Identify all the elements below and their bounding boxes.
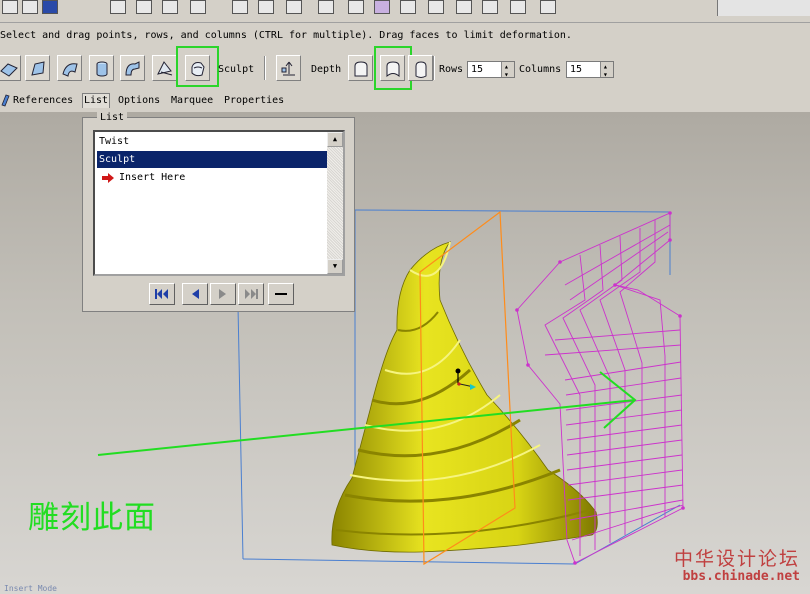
toolbar-icon[interactable] bbox=[400, 0, 416, 14]
extrude-icon[interactable] bbox=[25, 55, 50, 81]
cylinder-icon[interactable] bbox=[89, 55, 114, 81]
separator bbox=[264, 56, 266, 80]
columns-label: Columns bbox=[519, 64, 562, 75]
toolbar-icon[interactable] bbox=[348, 0, 364, 14]
columns-spinner[interactable]: 15 bbox=[566, 59, 614, 82]
toolbar-icon[interactable] bbox=[540, 0, 556, 14]
watermark-url: bbs.chinade.net bbox=[682, 569, 800, 584]
top-toolbar bbox=[0, 0, 810, 23]
toolbar-icon[interactable] bbox=[510, 0, 526, 14]
toolbar-icon[interactable] bbox=[258, 0, 274, 14]
first-button[interactable] bbox=[149, 283, 175, 305]
remove-button[interactable] bbox=[268, 283, 294, 305]
dashboard-tabs: References List Options Marquee Properti… bbox=[0, 91, 810, 111]
list-item-twist[interactable]: Twist bbox=[97, 133, 329, 150]
annotation-text: 雕刻此面 bbox=[28, 500, 156, 536]
list-item-label: Sculpt bbox=[99, 154, 136, 165]
toolbar-icon[interactable] bbox=[162, 0, 178, 14]
list-scrollbar[interactable]: ▲ ▼ bbox=[327, 132, 343, 274]
depth-label: Depth bbox=[311, 64, 342, 75]
last-icon bbox=[245, 289, 258, 299]
next-button[interactable] bbox=[210, 283, 236, 305]
depth-highlight bbox=[374, 46, 412, 90]
watermark-title: 中华设计论坛 bbox=[673, 548, 800, 570]
surface-icon[interactable] bbox=[0, 55, 21, 81]
tab-list[interactable]: List bbox=[82, 93, 111, 108]
message-line: Select and drag points, rows, and column… bbox=[0, 30, 572, 41]
rows-spinner[interactable]: 15 bbox=[467, 59, 515, 82]
blend-icon[interactable] bbox=[57, 55, 82, 81]
list-item-sculpt[interactable]: Sculpt bbox=[97, 151, 329, 168]
separator bbox=[433, 56, 435, 80]
list-panel-title: List bbox=[97, 112, 128, 124]
depth-one-side-icon[interactable] bbox=[348, 55, 373, 81]
sculpt-highlight bbox=[176, 46, 219, 87]
tab-options[interactable]: Options bbox=[118, 94, 160, 108]
toolbar-icon[interactable] bbox=[22, 0, 38, 14]
columns-spin-buttons[interactable] bbox=[600, 59, 613, 82]
tab-properties[interactable]: Properties bbox=[224, 94, 284, 108]
list-item-label: Insert Here bbox=[119, 172, 186, 183]
status-text: Insert Mode bbox=[4, 584, 57, 593]
rows-spin-buttons[interactable] bbox=[501, 59, 514, 82]
columns-value: 15 bbox=[570, 64, 583, 75]
toolbar-icon[interactable] bbox=[482, 0, 498, 14]
dashboard-toolbar: Sculpt Depth Rows 15 Columns 15 bbox=[0, 46, 810, 90]
toolbar-icon[interactable] bbox=[110, 0, 126, 14]
insert-arrow-icon bbox=[102, 173, 114, 183]
previous-icon bbox=[192, 289, 199, 299]
toolbar-icon[interactable] bbox=[2, 0, 18, 14]
sculpted-model bbox=[331, 241, 598, 553]
scroll-up-button[interactable]: ▲ bbox=[327, 132, 343, 147]
tab-marquee[interactable]: Marquee bbox=[171, 94, 213, 108]
first-icon bbox=[155, 289, 168, 299]
toolbar-icon[interactable] bbox=[42, 0, 58, 14]
list-item-insert-here[interactable]: Insert Here bbox=[97, 169, 329, 186]
direction-icon[interactable] bbox=[276, 55, 301, 81]
sculpt-label: Sculpt bbox=[218, 64, 255, 75]
warp-icon[interactable] bbox=[152, 55, 177, 81]
toolbar-icon[interactable] bbox=[190, 0, 206, 14]
feature-list[interactable]: Twist Sculpt Insert Here ▲ ▼ bbox=[93, 130, 345, 276]
toolbar-icon[interactable] bbox=[374, 0, 390, 14]
previous-button[interactable] bbox=[182, 283, 208, 305]
toolbar-icon[interactable] bbox=[232, 0, 248, 14]
rows-label: Rows bbox=[439, 64, 464, 75]
watermark: 中华设计论坛 bbs.chinade.net bbox=[662, 542, 804, 588]
toolbar-icon[interactable] bbox=[286, 0, 302, 14]
pin-icon bbox=[1, 94, 10, 107]
remove-icon bbox=[275, 293, 287, 295]
sweep-icon[interactable] bbox=[120, 55, 145, 81]
depth-symmetric-icon[interactable] bbox=[408, 55, 433, 81]
list-item-label: Twist bbox=[99, 136, 130, 147]
toolbar-icon[interactable] bbox=[318, 0, 334, 14]
next-icon bbox=[219, 289, 226, 299]
tab-references[interactable]: References bbox=[13, 94, 73, 108]
toolbar-dropdown[interactable] bbox=[717, 0, 810, 16]
rows-value: 15 bbox=[471, 64, 484, 75]
toolbar-icon[interactable] bbox=[428, 0, 444, 14]
list-panel: List Twist Sculpt Insert Here ▲ ▼ bbox=[82, 112, 355, 312]
toolbar-icon[interactable] bbox=[136, 0, 152, 14]
last-button[interactable] bbox=[238, 283, 264, 305]
toolbar-icon[interactable] bbox=[456, 0, 472, 14]
scroll-down-button[interactable]: ▼ bbox=[327, 259, 343, 274]
